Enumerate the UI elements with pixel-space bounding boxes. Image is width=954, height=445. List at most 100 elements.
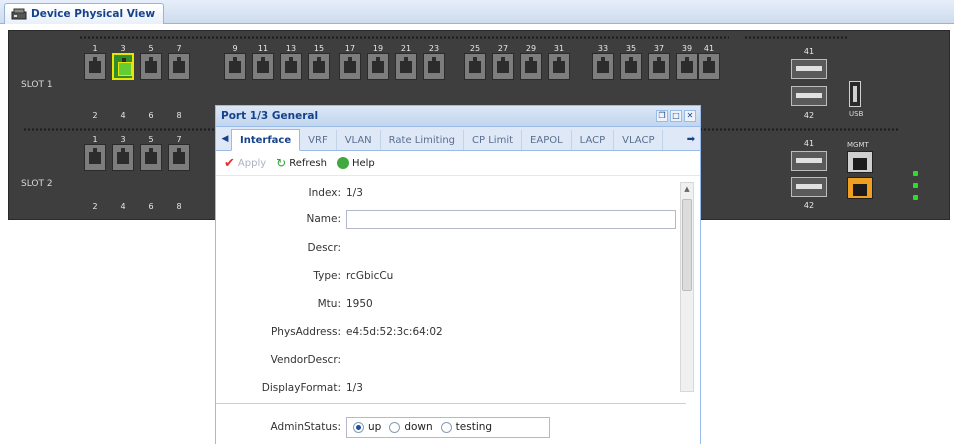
field-label: PhysAddress:: [270, 326, 341, 338]
port-number: 4: [120, 111, 126, 120]
tab-vlan[interactable]: VLAN: [337, 130, 381, 150]
tab-device-physical-view[interactable]: Device Physical View: [4, 3, 165, 24]
apply-button[interactable]: ✔ Apply: [224, 156, 266, 171]
field-type: Type: rcGbicCu: [216, 265, 686, 287]
field-label: Type:: [313, 270, 341, 282]
port-number: 4: [120, 202, 126, 211]
port-number: 5: [148, 135, 154, 144]
tab-vlacp[interactable]: VLACP: [614, 130, 664, 150]
ethernet-port[interactable]: [84, 144, 106, 171]
ethernet-port[interactable]: [395, 53, 417, 80]
radio-label: testing: [455, 421, 493, 433]
rj45-port[interactable]: [847, 151, 873, 173]
ethernet-port[interactable]: [520, 53, 542, 80]
ethernet-port[interactable]: [620, 53, 642, 80]
ethernet-port[interactable]: [339, 53, 361, 80]
radio-down[interactable]: down: [389, 421, 433, 433]
field-descr: Descr:: [216, 237, 686, 259]
dialog-title: Port 1/3 General: [221, 110, 319, 122]
field-admin-status: AdminStatus: up down testing: [216, 416, 686, 438]
mtu-value: 1950: [346, 298, 373, 310]
port-number: 6: [148, 202, 154, 211]
ethernet-port[interactable]: [423, 53, 445, 80]
slot-label: SLOT 1: [21, 80, 53, 90]
refresh-label: Refresh: [289, 157, 327, 169]
radio-button[interactable]: [389, 421, 401, 433]
radio-up[interactable]: up: [353, 421, 381, 433]
port-number: 31: [553, 44, 565, 53]
sfp-port-42[interactable]: [791, 86, 827, 106]
port-number: 7: [176, 135, 182, 144]
tab-interface[interactable]: Interface: [231, 129, 301, 151]
ethernet-port[interactable]: [224, 53, 246, 80]
port-number: 6: [148, 111, 154, 120]
help-label: Help: [351, 157, 375, 169]
tab-scroll-left-icon[interactable]: ◀: [219, 129, 231, 149]
radio-button[interactable]: [440, 421, 452, 433]
sfp-port-41[interactable]: [791, 151, 827, 171]
help-button[interactable]: Help: [336, 157, 375, 169]
ethernet-port[interactable]: [492, 53, 514, 80]
radio-button[interactable]: [353, 421, 364, 433]
ethernet-port[interactable]: [676, 53, 698, 80]
ethernet-port[interactable]: [464, 53, 486, 80]
mgmt-port[interactable]: [847, 177, 873, 199]
dialog-tabstrip: ◀ Interface VRF VLAN Rate Limiting CP Limit E…: [216, 127, 700, 151]
ethernet-port[interactable]: [367, 53, 389, 80]
radio-label: up: [368, 421, 382, 433]
mgmt-label: MGMT: [847, 141, 869, 149]
ethernet-port[interactable]: [280, 53, 302, 80]
scrollbar-thumb[interactable]: [682, 199, 692, 291]
ethernet-port[interactable]: [140, 144, 162, 171]
field-name: Name:: [216, 208, 686, 230]
type-value: rcGbicCu: [346, 270, 394, 282]
tab-vrf[interactable]: VRF: [300, 130, 337, 150]
index-value: 1/3: [346, 187, 363, 199]
refresh-button[interactable]: ↻ Refresh: [276, 156, 327, 170]
port-number: 39: [681, 44, 693, 53]
tab-lacp[interactable]: LACP: [572, 130, 615, 150]
sfp-port-42[interactable]: [791, 177, 827, 197]
dialog-header[interactable]: Port 1/3 General ❐ □ ✕: [216, 106, 700, 127]
port-number: 27: [497, 44, 509, 53]
port-number: 8: [176, 202, 182, 211]
ethernet-port[interactable]: [308, 53, 330, 80]
ethernet-port[interactable]: [140, 53, 162, 80]
ethernet-port[interactable]: [112, 53, 134, 80]
ethernet-port[interactable]: [548, 53, 570, 80]
radio-testing[interactable]: testing: [440, 421, 493, 433]
ethernet-port[interactable]: [168, 144, 190, 171]
ethernet-port[interactable]: [112, 144, 134, 171]
ethernet-port[interactable]: [84, 53, 106, 80]
port-number: 42: [803, 111, 815, 120]
tab-scroll-right-icon[interactable]: ➡: [685, 130, 697, 148]
interface-form: Index: 1/3 Name: Descr: Type: rcGbicCu M…: [216, 176, 700, 445]
maximize-icon[interactable]: □: [670, 110, 682, 122]
ethernet-port[interactable]: [168, 53, 190, 80]
usb-port[interactable]: [849, 81, 861, 107]
admin-status-radio-group: up down testing: [346, 416, 550, 438]
scroll-up-icon[interactable]: ▲: [681, 183, 693, 195]
tab-rate-limiting[interactable]: Rate Limiting: [381, 130, 465, 150]
usb-label: USB: [849, 110, 864, 118]
field-display-format: DisplayFormat: 1/3: [216, 377, 686, 399]
form-scrollbar[interactable]: ▲: [680, 182, 694, 392]
port-number: 23: [428, 44, 440, 53]
radio-label: down: [404, 421, 433, 433]
tab-cp-limit[interactable]: CP Limit: [464, 130, 523, 150]
port-number: 41: [803, 139, 815, 148]
port-number: 19: [372, 44, 384, 53]
close-icon[interactable]: ✕: [684, 110, 696, 122]
ethernet-port[interactable]: [252, 53, 274, 80]
status-led: [913, 195, 918, 200]
name-input[interactable]: [346, 209, 676, 229]
ethernet-port[interactable]: [592, 53, 614, 80]
port-number: 3: [120, 44, 126, 53]
port-number: 37: [653, 44, 665, 53]
ethernet-port[interactable]: [648, 53, 670, 80]
ethernet-port[interactable]: [698, 53, 720, 80]
tab-eapol[interactable]: EAPOL: [522, 130, 572, 150]
sfp-port-41[interactable]: [791, 59, 827, 79]
field-label: AdminStatus:: [270, 421, 341, 433]
restore-icon[interactable]: ❐: [656, 110, 668, 122]
